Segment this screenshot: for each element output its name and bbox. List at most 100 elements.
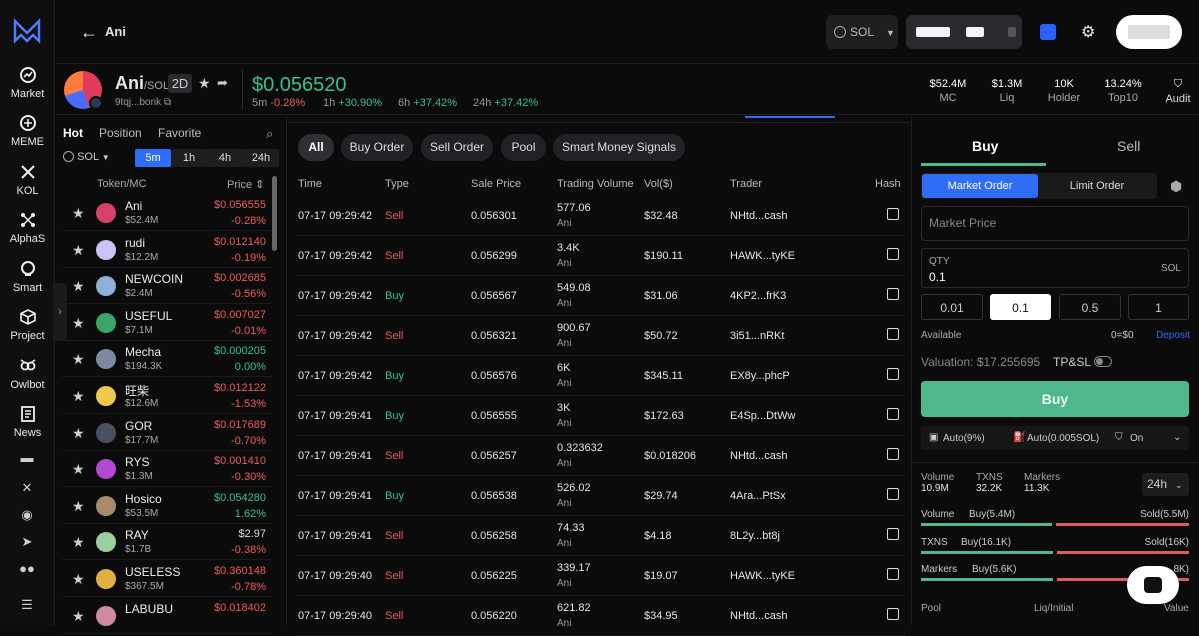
tab-position[interactable]: Position (99, 126, 142, 140)
profile-button[interactable] (1116, 15, 1182, 49)
trader-address[interactable]: NHtd...cash (730, 450, 787, 462)
deposit-link[interactable]: Deposit (1156, 330, 1190, 341)
tab-favorite[interactable]: Favorite (158, 126, 201, 140)
trader-address[interactable]: 4Ara...PtSx (730, 490, 786, 502)
back-arrow-icon[interactable]: ← (80, 22, 98, 43)
copy-icon[interactable]: ⧉ (164, 97, 171, 108)
list-chain-selector[interactable]: SOL ▼ (63, 151, 110, 163)
tf-5m[interactable]: 5m (135, 149, 171, 167)
qty-input[interactable]: QTY 0.1 SOL (921, 248, 1189, 288)
period-selector[interactable]: 24h ⌄ (1142, 473, 1189, 496)
trader-address[interactable]: HAWK...tyKE (730, 250, 795, 262)
token-row[interactable]: ★ Ani $52.4M $0.056555 -0.28% (62, 195, 272, 231)
chatbot-button[interactable] (1127, 566, 1179, 604)
nav-news[interactable]: News (0, 405, 55, 439)
filter-buy-order[interactable]: Buy Order (341, 134, 413, 161)
trader-address[interactable]: E4Sp...DtWw (730, 410, 795, 422)
notification-icon[interactable] (1040, 24, 1056, 40)
star-icon[interactable]: ★ (198, 75, 211, 92)
external-link-icon[interactable] (887, 248, 899, 260)
stat-audit[interactable]: ⛉ Audit (1160, 78, 1196, 105)
external-link-icon[interactable] (887, 568, 899, 580)
quick-amount-01[interactable]: 0.1 (990, 294, 1051, 320)
trader-address[interactable]: 4KP2...frK3 (730, 290, 786, 302)
settings-icon[interactable]: ⬢ (1170, 178, 1182, 195)
token-row[interactable]: ★ GOR $17.7M $0.017689 -0.70% (62, 415, 272, 451)
trader-address[interactable]: NHtd...cash (730, 210, 787, 222)
external-link-icon[interactable] (887, 448, 899, 460)
token-row[interactable]: ★ Mecha $194.3K $0.000205 0.00% (62, 341, 272, 378)
token-row[interactable]: ★ 旺柴 $12.6M $0.012122 -1.53% (62, 378, 272, 414)
token-row[interactable]: ★ LABUBU $0.018402 (62, 598, 272, 634)
tf-1h[interactable]: 1h (171, 149, 207, 167)
search-icon[interactable]: ⌕ (266, 126, 273, 142)
star-icon[interactable]: ★ (72, 461, 85, 478)
quick-amount-001[interactable]: 0.01 (921, 294, 983, 320)
external-link-icon[interactable] (887, 208, 899, 220)
star-icon[interactable]: ★ (72, 608, 85, 625)
market-order-button[interactable]: Market Order (922, 174, 1038, 198)
star-icon[interactable]: ★ (72, 351, 85, 368)
trader-address[interactable]: NHtd...cash (730, 610, 787, 622)
share-icon[interactable]: ➦ (217, 75, 228, 91)
tab-buy[interactable]: Buy (972, 138, 998, 154)
nav-meme[interactable]: MEME (0, 114, 55, 148)
token-row[interactable]: ★ RYS $1.3M $0.001410 -0.30% (62, 451, 272, 488)
star-icon[interactable]: ★ (72, 498, 85, 515)
medium-icon[interactable]: ●● (18, 561, 36, 579)
limit-order-button[interactable]: Limit Order (1040, 174, 1154, 198)
token-row[interactable]: ★ USEFUL $7.1M $0.007027 -0.01% (62, 305, 272, 341)
col-price[interactable]: Price ⇕ (227, 178, 264, 191)
buy-button[interactable]: Buy (921, 381, 1189, 417)
star-icon[interactable]: ★ (72, 205, 85, 222)
star-icon[interactable]: ★ (72, 278, 85, 295)
discord-icon[interactable]: ◉ (18, 507, 36, 525)
filter-all[interactable]: All (298, 134, 334, 161)
external-link-icon[interactable] (887, 328, 899, 340)
trade-options[interactable]: ▣ Auto(9%) ⛽ Auto(0.005SOL) ⛉ On ⌄ (921, 426, 1189, 450)
star-icon[interactable]: ★ (72, 242, 85, 259)
filter-pool[interactable]: Pool (501, 134, 546, 161)
external-link-icon[interactable] (887, 368, 899, 380)
nav-project[interactable]: Project (0, 308, 55, 342)
token-address[interactable]: 9tqj...bonk ⧉ (115, 97, 171, 108)
external-link-icon[interactable] (887, 288, 899, 300)
nav-smart[interactable]: Smart (0, 260, 55, 294)
car-icon[interactable]: ▬ (18, 450, 36, 468)
x-social-icon[interactable]: ✕ (18, 480, 36, 498)
external-link-icon[interactable] (887, 408, 899, 420)
nav-owlbot[interactable]: Owlbot (0, 357, 55, 391)
market-price-input[interactable]: Market Price (921, 206, 1189, 241)
token-row[interactable]: ★ Hosico $53.5M $0.054280 1.62% (62, 488, 272, 524)
scrollbar[interactable] (272, 176, 277, 251)
tab-sell[interactable]: Sell (1117, 138, 1140, 154)
filter-smart-money[interactable]: Smart Money Signals (553, 134, 685, 161)
token-row[interactable]: ★ rudi $12.2M $0.012140 -0.19% (62, 232, 272, 268)
tf-24h[interactable]: 24h (243, 149, 279, 167)
settings-icon[interactable]: ⚙ (1081, 22, 1095, 42)
chain-selector[interactable]: SOL ▼ (826, 15, 898, 49)
star-icon[interactable]: ★ (72, 315, 85, 332)
tf-4h[interactable]: 4h (207, 149, 243, 167)
telegram-icon[interactable]: ➤ (18, 534, 36, 552)
external-link-icon[interactable] (887, 608, 899, 620)
wallet-balance[interactable] (906, 15, 1022, 49)
trader-address[interactable]: 3i51...nRKt (730, 330, 784, 342)
token-row[interactable]: ★ RAY $1.7B $2.97 -0.38% (62, 524, 272, 561)
tpsl-toggle[interactable] (1094, 356, 1112, 367)
star-icon[interactable]: ★ (72, 425, 85, 442)
nav-kol[interactable]: KOL (0, 163, 55, 197)
nav-alphas[interactable]: AlphaS (0, 211, 55, 245)
app-logo-icon[interactable] (12, 16, 42, 46)
menu-icon[interactable]: ☰ (18, 597, 36, 615)
quick-amount-1[interactable]: 1 (1128, 294, 1189, 320)
filter-sell-order[interactable]: Sell Order (421, 134, 493, 161)
star-icon[interactable]: ★ (72, 534, 85, 551)
nav-market[interactable]: Market (0, 66, 55, 100)
external-link-icon[interactable] (887, 488, 899, 500)
trader-address[interactable]: 8L2y...bt8j (730, 530, 780, 542)
token-row[interactable]: ★ NEWCOIN $2.4M $0.002685 -0.56% (62, 268, 272, 305)
external-link-icon[interactable] (887, 528, 899, 540)
token-row[interactable]: ★ USELESS $367.5M $0.360148 -0.78% (62, 561, 272, 597)
trader-address[interactable]: EX8y...phcP (730, 370, 790, 382)
